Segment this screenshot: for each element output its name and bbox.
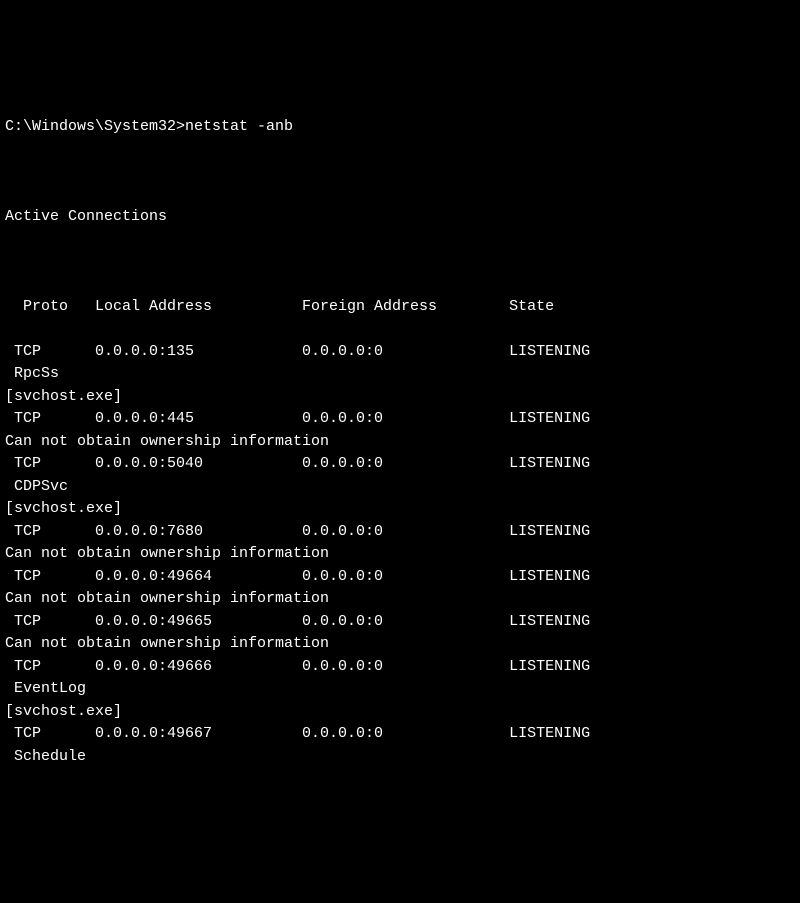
local-address-cell: 0.0.0.0:445 [95, 408, 302, 431]
owner-line: [svchost.exe] [5, 386, 795, 409]
command: netstat -anb [185, 116, 293, 139]
proto-cell: TCP [14, 656, 86, 679]
state-cell: LISTENING [509, 341, 590, 364]
proto-cell: TCP [14, 408, 86, 431]
connection-row: TCP 0.0.0.0:496660.0.0.0:0LISTENING [5, 656, 795, 679]
connection-row: TCP 0.0.0.0:496650.0.0.0:0LISTENING [5, 611, 795, 634]
prompt-line: C:\Windows\System32>netstat -anb [5, 116, 795, 139]
foreign-address-cell: 0.0.0.0:0 [302, 611, 509, 634]
proto-cell: TCP [14, 566, 86, 589]
local-address-cell: 0.0.0.0:49664 [95, 566, 302, 589]
local-address-cell: 0.0.0.0:49667 [95, 723, 302, 746]
state-cell: LISTENING [509, 656, 590, 679]
foreign-address-cell: 0.0.0.0:0 [302, 566, 509, 589]
local-address-cell: 0.0.0.0:5040 [95, 453, 302, 476]
proto-cell: TCP [14, 521, 86, 544]
proto-cell: TCP [14, 611, 86, 634]
service-name-line: Schedule [5, 746, 795, 769]
local-address-cell: 0.0.0.0:49665 [95, 611, 302, 634]
owner-line: Can not obtain ownership information [5, 588, 795, 611]
proto-cell: TCP [14, 723, 86, 746]
foreign-address-cell: 0.0.0.0:0 [302, 521, 509, 544]
proto-cell: TCP [14, 453, 86, 476]
service-name-line: RpcSs [5, 363, 795, 386]
connection-row: TCP 0.0.0.0:1350.0.0.0:0LISTENING [5, 341, 795, 364]
active-connections-title: Active Connections [5, 206, 795, 229]
state-cell: LISTENING [509, 566, 590, 589]
local-address-cell: 0.0.0.0:7680 [95, 521, 302, 544]
blank-line [5, 251, 795, 274]
state-cell: LISTENING [509, 521, 590, 544]
foreign-address-cell: 0.0.0.0:0 [302, 341, 509, 364]
header-local: Local Address [95, 296, 302, 319]
prompt: C:\Windows\System32> [5, 116, 185, 139]
connection-row: TCP 0.0.0.0:496640.0.0.0:0LISTENING [5, 566, 795, 589]
connection-row: TCP 0.0.0.0:76800.0.0.0:0LISTENING [5, 521, 795, 544]
foreign-address-cell: 0.0.0.0:0 [302, 656, 509, 679]
connection-row: TCP 0.0.0.0:496670.0.0.0:0LISTENING [5, 723, 795, 746]
state-cell: LISTENING [509, 408, 590, 431]
header-state: State [509, 296, 554, 319]
owner-line: [svchost.exe] [5, 701, 795, 724]
foreign-address-cell: 0.0.0.0:0 [302, 723, 509, 746]
service-name-line: EventLog [5, 678, 795, 701]
state-cell: LISTENING [509, 453, 590, 476]
state-cell: LISTENING [509, 723, 590, 746]
column-headers: ProtoLocal AddressForeign AddressState [5, 296, 795, 319]
foreign-address-cell: 0.0.0.0:0 [302, 453, 509, 476]
local-address-cell: 0.0.0.0:135 [95, 341, 302, 364]
service-name-line: CDPSvc [5, 476, 795, 499]
foreign-address-cell: 0.0.0.0:0 [302, 408, 509, 431]
header-proto: Proto [23, 296, 95, 319]
connection-row: TCP 0.0.0.0:4450.0.0.0:0LISTENING [5, 408, 795, 431]
connection-row: TCP 0.0.0.0:50400.0.0.0:0LISTENING [5, 453, 795, 476]
entries-list: TCP 0.0.0.0:1350.0.0.0:0LISTENINGRpcSs[s… [5, 341, 795, 769]
header-foreign: Foreign Address [302, 296, 509, 319]
owner-line: Can not obtain ownership information [5, 633, 795, 656]
state-cell: LISTENING [509, 611, 590, 634]
terminal-output[interactable]: C:\Windows\System32>netstat -anb Active … [5, 93, 795, 791]
owner-line: Can not obtain ownership information [5, 431, 795, 454]
owner-line: Can not obtain ownership information [5, 543, 795, 566]
owner-line: [svchost.exe] [5, 498, 795, 521]
proto-cell: TCP [14, 341, 86, 364]
local-address-cell: 0.0.0.0:49666 [95, 656, 302, 679]
blank-line [5, 161, 795, 184]
